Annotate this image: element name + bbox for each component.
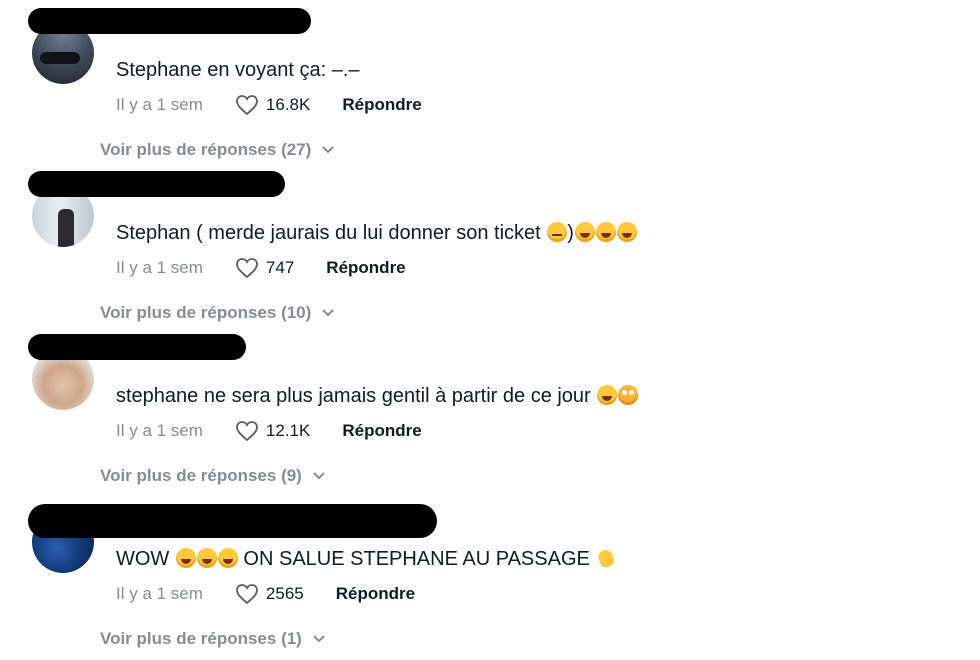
comment-meta: Il y a 1 sem 12.1K Répondre [116, 419, 422, 443]
chevron-down-icon [313, 635, 325, 643]
reply-button[interactable]: Répondre [336, 584, 415, 604]
comment-timestamp: Il y a 1 sem [116, 421, 203, 440]
heart-outline-icon [236, 258, 258, 279]
view-more-replies-label: Voir plus de réponses (9) [100, 466, 302, 485]
like-count: 16.8K [265, 95, 311, 114]
view-more-replies[interactable]: Voir plus de réponses (10) [100, 303, 335, 323]
comment-item: WOW ON SALUE STEPHANE AU PASSAGE Il y a … [0, 489, 980, 652]
comment-meta: Il y a 1 sem 2565 Répondre [116, 582, 415, 606]
like-count: 12.1K [265, 421, 311, 440]
waving-hand-emoji [596, 548, 616, 568]
like-button[interactable]: 747 [235, 257, 294, 279]
heart-outline-icon [236, 421, 258, 442]
view-more-replies[interactable]: Voir plus de réponses (1) [100, 629, 326, 649]
redacted-username [28, 504, 437, 538]
comment-item: Stephan ( merde jaurais du lui donner so… [0, 163, 980, 326]
heart-outline-icon [236, 95, 258, 116]
comment-meta: Il y a 1 sem 747 Répondre [116, 256, 406, 280]
comment-item: Stephane en voyant ça: –.– Il y a 1 sem … [0, 0, 980, 163]
like-count: 2565 [265, 584, 304, 603]
comment-timestamp: Il y a 1 sem [116, 584, 203, 603]
like-button[interactable]: 12.1K [235, 420, 310, 442]
comment-text: stephane ne sera plus jamais gentil à pa… [116, 384, 639, 408]
comment-timestamp: Il y a 1 sem [116, 258, 203, 277]
reply-button[interactable]: Répondre [342, 421, 421, 441]
view-more-replies-label: Voir plus de réponses (10) [100, 303, 312, 322]
face-with-tears-of-joy-emoji [196, 548, 217, 568]
redacted-username [28, 8, 311, 34]
chevron-down-icon [322, 309, 335, 317]
flushed-face-emoji [618, 385, 639, 405]
heart-outline-icon [236, 584, 258, 605]
face-with-tears-of-joy-emoji [574, 222, 595, 242]
reply-button[interactable]: Répondre [326, 258, 405, 278]
face-with-tears-of-joy-emoji [175, 548, 196, 568]
view-more-replies-label: Voir plus de réponses (1) [100, 629, 302, 648]
chevron-down-icon [313, 472, 325, 480]
face-with-tears-of-joy-emoji [597, 385, 618, 405]
redacted-username [28, 171, 285, 197]
like-button[interactable]: 2565 [235, 583, 304, 605]
face-with-tears-of-joy-emoji [217, 548, 238, 568]
comment-text: WOW ON SALUE STEPHANE AU PASSAGE [116, 547, 616, 571]
comment-timestamp: Il y a 1 sem [116, 95, 203, 114]
reply-button[interactable]: Répondre [342, 95, 421, 115]
comment-text: Stephan ( merde jaurais du lui donner so… [116, 221, 637, 245]
like-button[interactable]: 16.8K [235, 94, 310, 116]
chevron-down-icon [322, 146, 335, 154]
comment-meta: Il y a 1 sem 16.8K Répondre [116, 93, 422, 117]
comment-item: stephane ne sera plus jamais gentil à pa… [0, 326, 980, 489]
comment-text: Stephane en voyant ça: –.– [116, 59, 360, 81]
view-more-replies-label: Voir plus de réponses (27) [100, 140, 312, 159]
face-with-tears-of-joy-emoji [616, 222, 637, 242]
like-count: 747 [265, 258, 295, 277]
face-with-tears-of-joy-emoji [595, 222, 616, 242]
redacted-username [28, 334, 246, 360]
view-more-replies[interactable]: Voir plus de réponses (27) [100, 140, 335, 160]
neutral-face-emoji [547, 222, 568, 242]
view-more-replies[interactable]: Voir plus de réponses (9) [100, 466, 326, 486]
